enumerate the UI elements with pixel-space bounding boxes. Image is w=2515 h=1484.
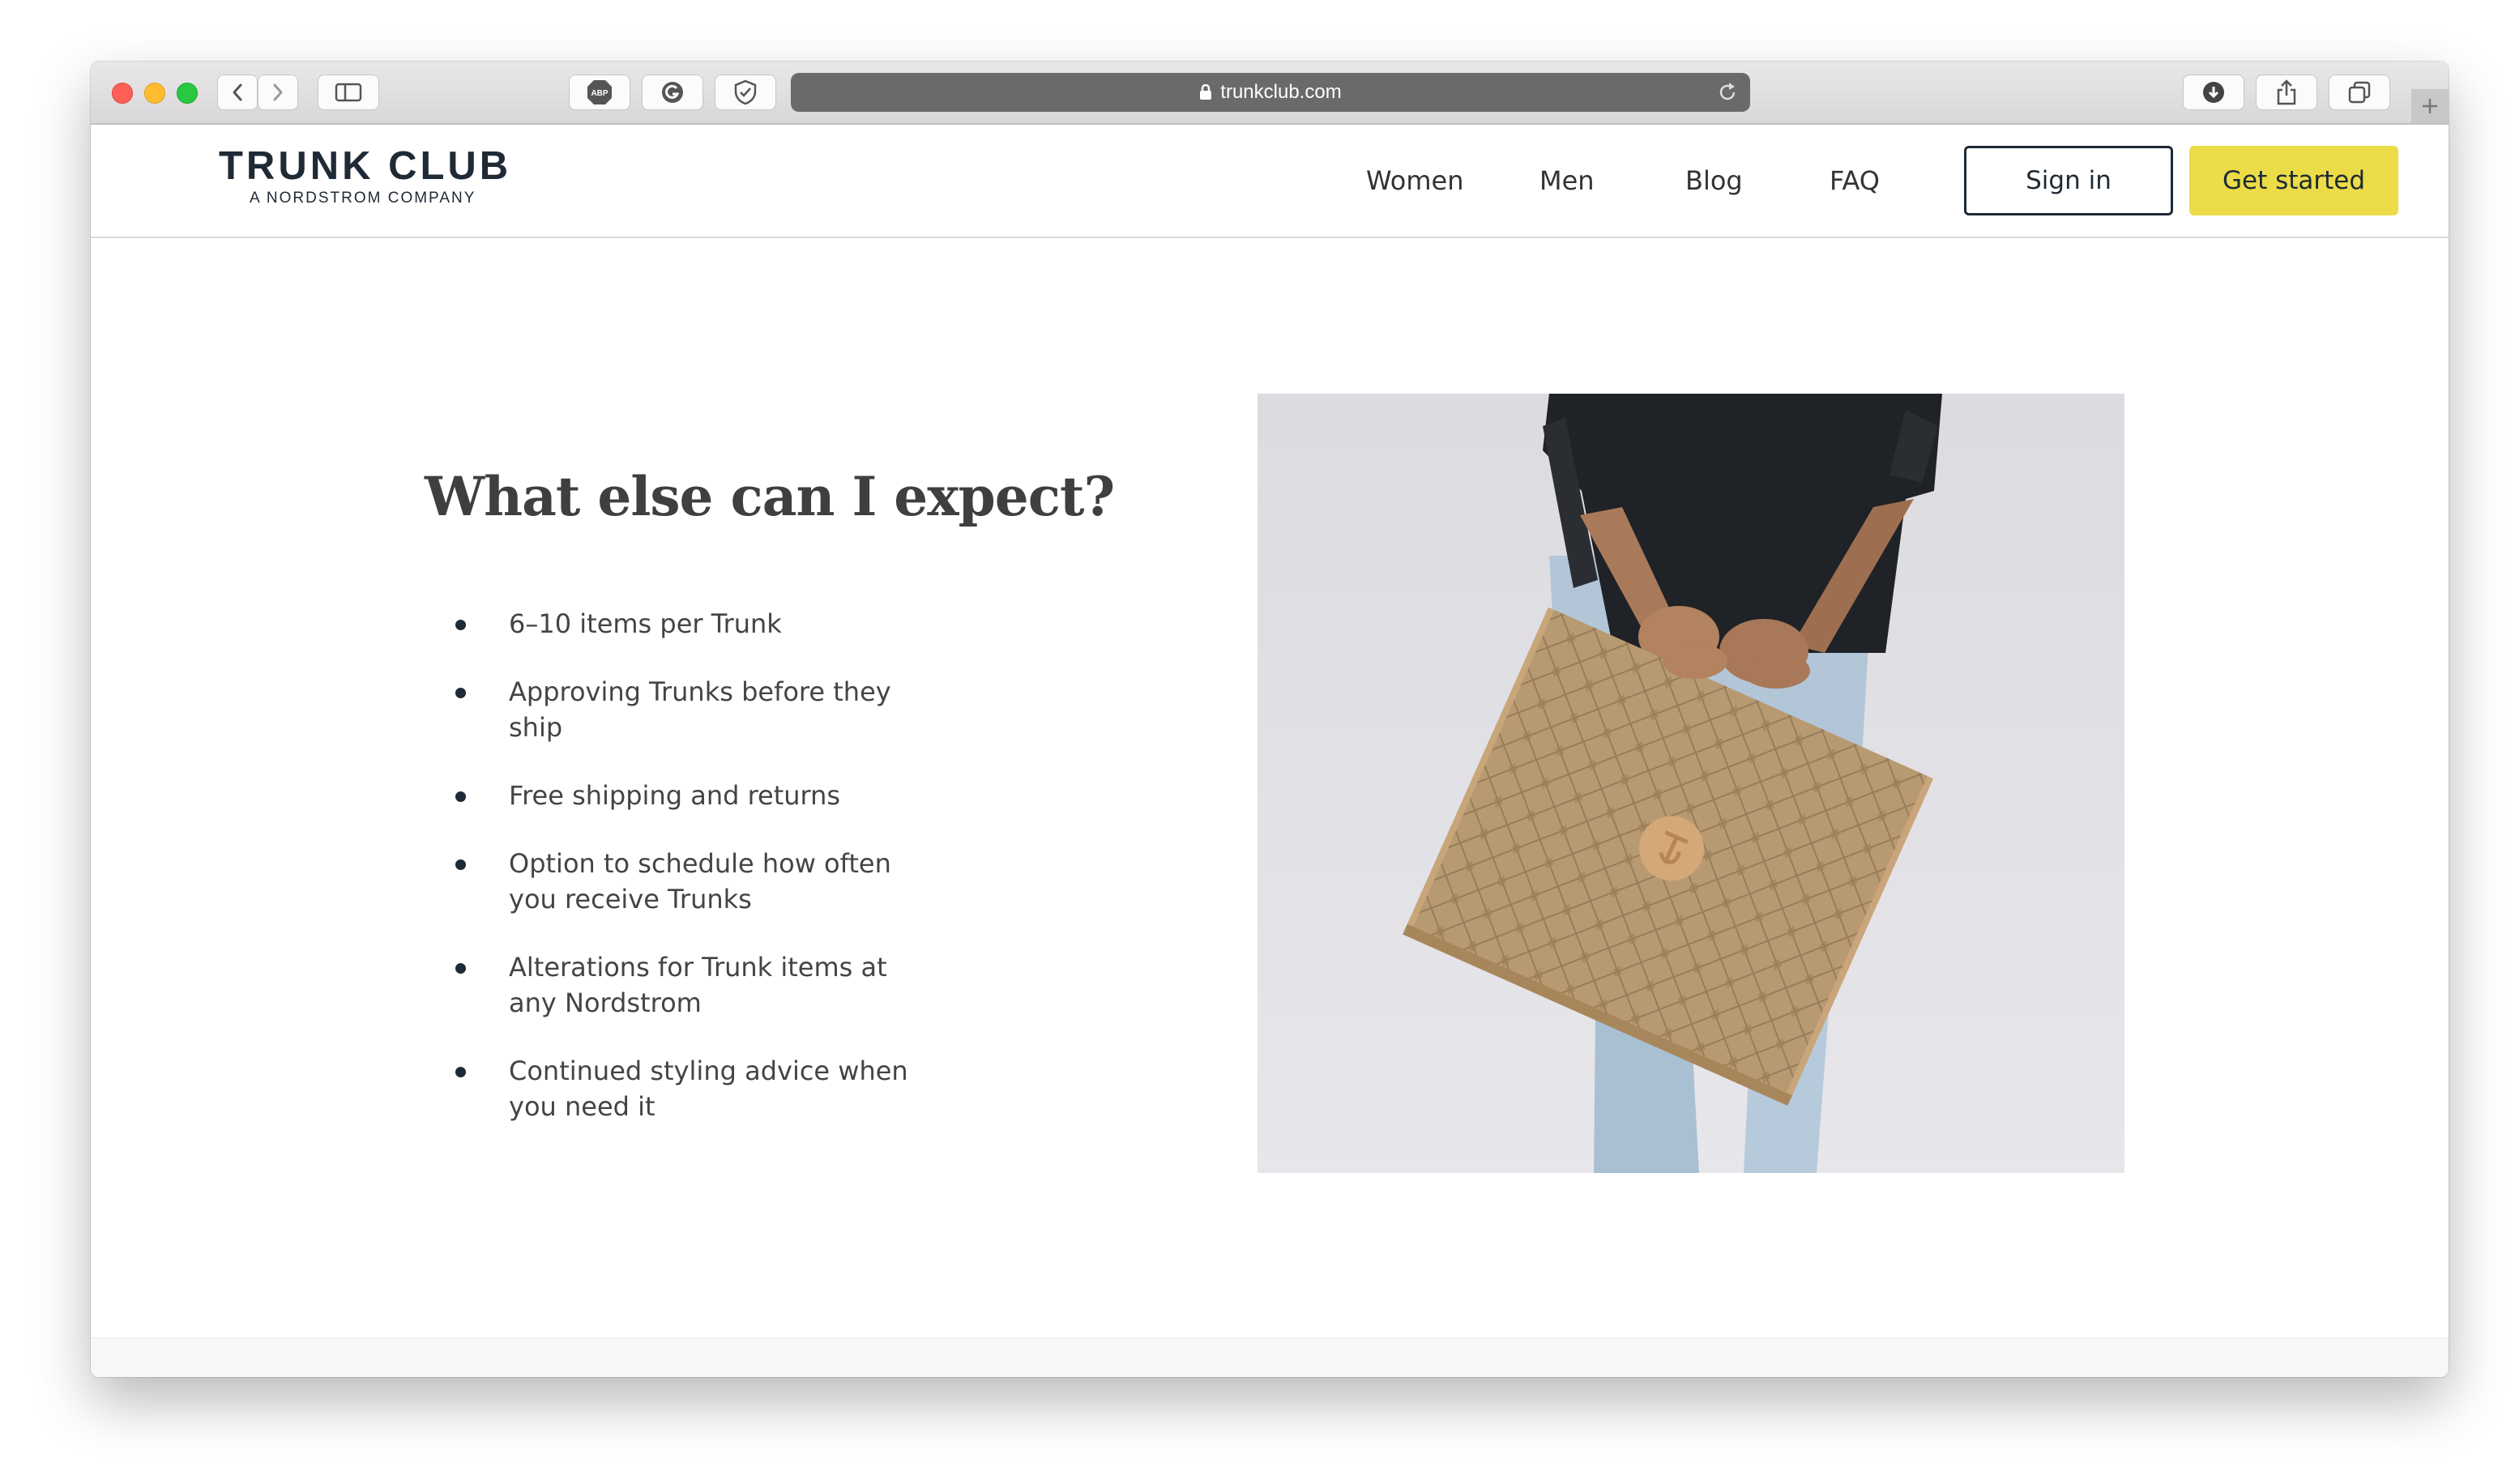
- feature-list: 6–10 items per Trunk Approving Trunks be…: [425, 606, 927, 1157]
- adblock-icon: ABP: [587, 80, 612, 104]
- feature-text: Free shipping and returns: [509, 780, 841, 811]
- grammarly-icon: [662, 82, 683, 103]
- back-button[interactable]: [217, 75, 258, 110]
- bullet-icon: [455, 1067, 466, 1077]
- adblock-extension-button[interactable]: ABP: [569, 75, 630, 110]
- feature-item: Free shipping and returns: [425, 778, 927, 813]
- close-window-button[interactable]: [112, 83, 133, 104]
- logo-tagline: A NORDSTROM COMPANY: [250, 190, 476, 207]
- site-header: TRUNK CLUB A NORDSTROM COMPANY Women Men…: [91, 125, 2449, 238]
- trunk-club-logo[interactable]: TRUNK CLUB A NORDSTROM COMPANY: [219, 146, 511, 207]
- feature-item: Option to schedule how often you receive…: [425, 846, 927, 917]
- adblock-label: ABP: [591, 89, 608, 98]
- feature-item: 6–10 items per Trunk: [425, 606, 927, 642]
- feature-text: Continued styling advice when you need i…: [509, 1055, 908, 1122]
- nav-link-blog[interactable]: Blog: [1685, 125, 1743, 237]
- chevron-left-icon: [233, 83, 242, 101]
- trunk-box-photo: [1258, 394, 2124, 1173]
- grammarly-extension-button[interactable]: [642, 75, 703, 110]
- shield-icon: [734, 79, 757, 105]
- page-footer-strip: [91, 1337, 2449, 1377]
- feature-text: Approving Trunks before they ship: [509, 676, 891, 743]
- feature-text: 6–10 items per Trunk: [509, 608, 782, 639]
- bullet-icon: [455, 791, 466, 802]
- share-button[interactable]: [2256, 75, 2317, 110]
- sign-in-button[interactable]: Sign in: [1964, 146, 2173, 215]
- bullet-icon: [455, 688, 466, 698]
- browser-window: ABP trunkclub.com TRUNK CLUB A NORDSTROM…: [91, 62, 2449, 1377]
- new-tab-button[interactable]: [2411, 89, 2449, 123]
- feature-text: Alterations for Trunk items at any Nords…: [509, 952, 887, 1018]
- zoom-window-button[interactable]: [177, 83, 198, 104]
- bullet-icon: [455, 859, 466, 870]
- privacy-extension-button[interactable]: [715, 75, 776, 110]
- get-started-button[interactable]: Get started: [2189, 146, 2398, 215]
- tabs-icon: [2348, 81, 2371, 104]
- minimize-window-button[interactable]: [144, 83, 165, 104]
- plus-icon: [2423, 99, 2437, 113]
- address-bar[interactable]: trunkclub.com: [791, 73, 1750, 112]
- nav-link-men[interactable]: Men: [1539, 125, 1595, 237]
- forward-button[interactable]: [258, 75, 298, 110]
- logo-wordmark: TRUNK CLUB: [219, 144, 512, 188]
- bullet-icon: [455, 620, 466, 630]
- sidebar-toggle-button[interactable]: [318, 75, 379, 110]
- tabs-overview-button[interactable]: [2329, 75, 2390, 110]
- sidebar-icon: [335, 83, 362, 102]
- lock-icon: [1200, 84, 1212, 100]
- nav-link-faq[interactable]: FAQ: [1830, 125, 1880, 237]
- feature-text: Option to schedule how often you receive…: [509, 848, 891, 915]
- downloads-button[interactable]: [2183, 75, 2244, 110]
- reload-icon[interactable]: [1716, 81, 1739, 104]
- bullet-icon: [455, 963, 466, 974]
- download-icon: [2203, 82, 2224, 103]
- share-icon: [2277, 79, 2296, 105]
- url-text: trunkclub.com: [1220, 81, 1342, 103]
- feature-item: Continued styling advice when you need i…: [425, 1053, 927, 1124]
- nav-link-women[interactable]: Women: [1366, 125, 1463, 237]
- section-heading: What else can I expect?: [425, 465, 1115, 528]
- feature-item: Alterations for Trunk items at any Nords…: [425, 949, 927, 1021]
- chevron-right-icon: [273, 83, 283, 101]
- feature-item: Approving Trunks before they ship: [425, 674, 927, 745]
- browser-toolbar: ABP trunkclub.com: [91, 62, 2449, 125]
